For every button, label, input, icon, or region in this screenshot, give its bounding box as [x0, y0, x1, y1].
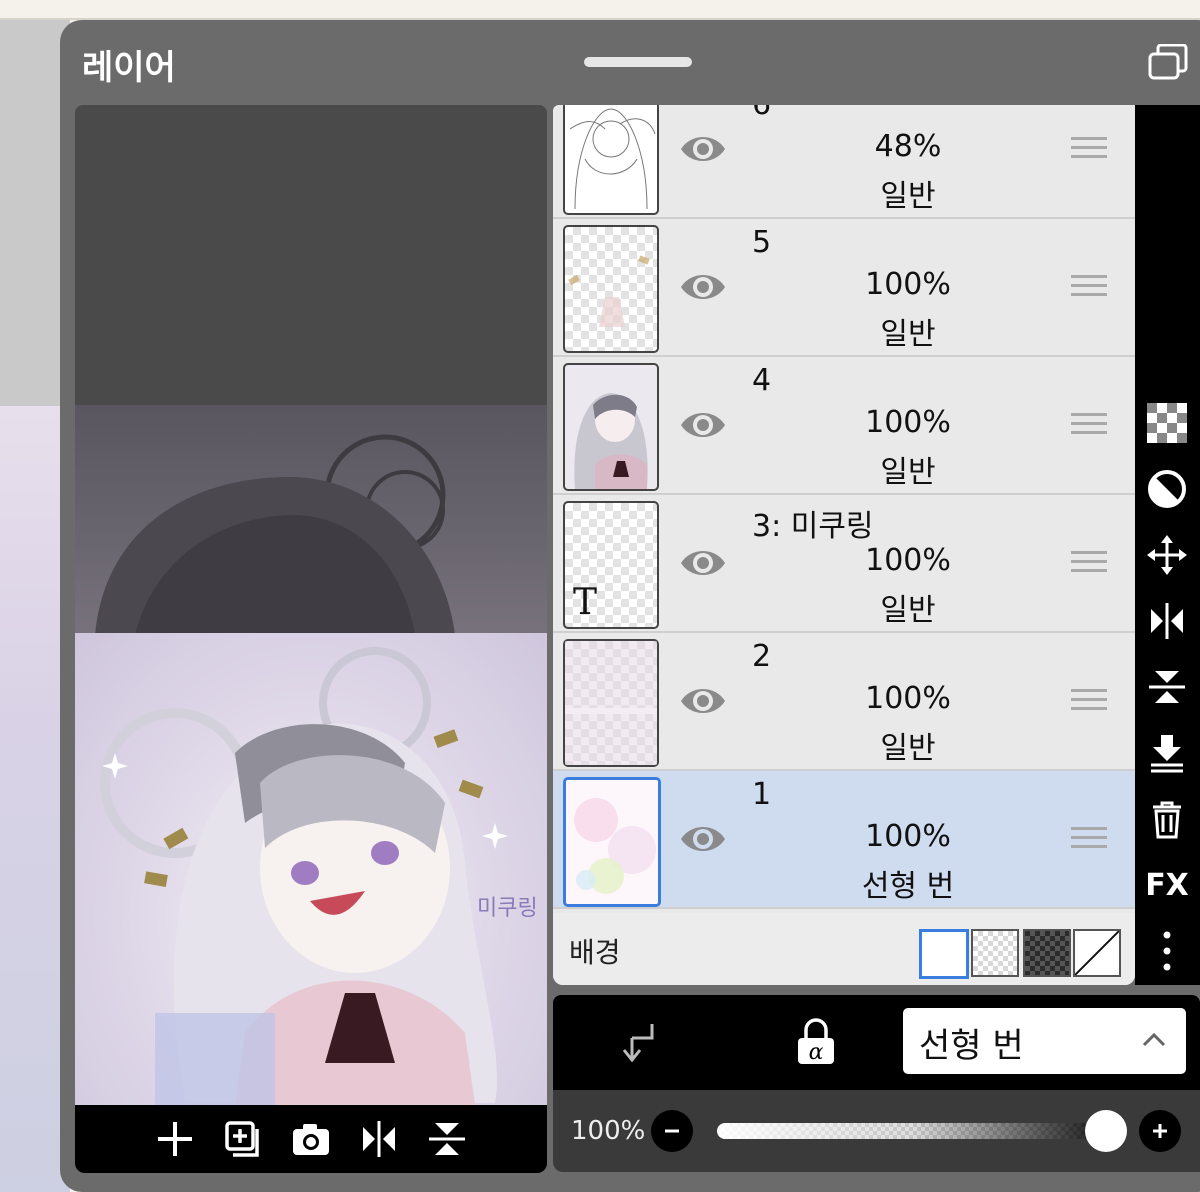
blend-mode-select[interactable]: 선형 번 — [903, 1008, 1186, 1074]
layer-list: 6 48% 일반 5 100% 일반 4 100% 일반 T — [553, 105, 1135, 985]
flip-vertical-icon[interactable] — [424, 1116, 470, 1162]
opacity-decrease-button[interactable] — [651, 1110, 693, 1152]
background-row: 배경 — [553, 913, 1135, 985]
background-light-checker-swatch[interactable] — [971, 929, 1019, 977]
alpha-lock-icon[interactable]: α — [791, 1017, 841, 1067]
add-layer-icon[interactable] — [152, 1116, 198, 1162]
fx-effects-button[interactable]: FX — [1145, 863, 1189, 907]
layer-opacity: 100% — [865, 267, 951, 302]
layer-opacity: 100% — [865, 819, 951, 854]
layer-name: 3: 미쿠링 — [752, 509, 874, 544]
flip-horizontal-icon[interactable] — [1145, 599, 1189, 643]
visibility-eye-icon[interactable] — [679, 129, 727, 169]
layer-blend-mode: 일반 — [880, 317, 936, 352]
layer-thumbnail: T — [563, 501, 659, 629]
reorder-handle-icon[interactable] — [1071, 551, 1107, 577]
reorder-handle-icon[interactable] — [1071, 413, 1107, 439]
background-dark-checker-swatch[interactable] — [1023, 929, 1071, 977]
preview-toolbar — [75, 1105, 547, 1173]
flip-vertical-icon[interactable] — [1145, 665, 1189, 709]
visibility-eye-icon[interactable] — [679, 405, 727, 445]
flip-horizontal-icon[interactable] — [356, 1116, 402, 1162]
panel-title: 레이어 — [82, 48, 176, 88]
layer-name: 6 — [752, 105, 771, 122]
move-icon[interactable] — [1145, 533, 1189, 577]
opacity-increase-button[interactable] — [1139, 1110, 1181, 1152]
clipping-circle-icon[interactable] — [1145, 467, 1189, 511]
fx-label: FX — [1145, 867, 1189, 903]
layer-controls-bar: α 선형 번 — [553, 995, 1200, 1090]
layer-thumbnail — [563, 363, 659, 491]
duplicate-layer-icon[interactable] — [220, 1116, 266, 1162]
layer-row[interactable]: 5 100% 일반 — [553, 219, 1135, 357]
visibility-eye-icon[interactable] — [679, 267, 727, 307]
layer-row-selected[interactable]: 1 100% 선형 번 — [553, 771, 1135, 909]
layer-tool-strip: FX — [1135, 105, 1200, 985]
layer-blend-mode: 일반 — [880, 731, 936, 766]
opacity-slider-track[interactable] — [717, 1123, 1107, 1139]
status-strip — [0, 0, 1200, 20]
opacity-value: 100% — [571, 1116, 646, 1146]
layer-thumbnail — [563, 105, 659, 215]
layer-opacity: 100% — [865, 405, 951, 440]
background-label: 배경 — [569, 936, 621, 969]
layer-opacity: 100% — [865, 681, 951, 716]
layer-name: 4 — [752, 363, 772, 398]
blend-mode-value: 선형 번 — [919, 1026, 1024, 1066]
layer-thumbnail — [563, 225, 659, 353]
layer-row[interactable]: 6 48% 일반 — [553, 105, 1135, 219]
opacity-control: 100% — [553, 1090, 1200, 1172]
transparency-checker-icon[interactable] — [1145, 401, 1189, 445]
layer-preview: 미쿠링 — [75, 105, 547, 1173]
panel-drag-handle[interactable] — [584, 57, 692, 67]
reorder-handle-icon[interactable] — [1071, 137, 1107, 163]
layer-blend-mode: 일반 — [880, 455, 936, 490]
visibility-eye-icon[interactable] — [679, 819, 727, 859]
reorder-handle-icon[interactable] — [1071, 689, 1107, 715]
camera-icon[interactable] — [288, 1116, 334, 1162]
preview-layer-shadow — [75, 405, 547, 635]
layer-thumbnail — [563, 639, 659, 767]
layer-blend-mode: 선형 번 — [861, 869, 955, 904]
clip-to-below-icon[interactable] — [615, 1017, 665, 1067]
window-restore-icon[interactable] — [1148, 43, 1188, 80]
reorder-handle-icon[interactable] — [1071, 827, 1107, 853]
background-white-swatch[interactable] — [919, 929, 969, 979]
visibility-eye-icon[interactable] — [679, 681, 727, 721]
svg-text:α: α — [809, 1040, 824, 1065]
preview-watermark: 미쿠링 — [477, 896, 538, 921]
layer-blend-mode: 일반 — [880, 593, 936, 628]
layer-blend-mode: 일반 — [880, 179, 936, 214]
opacity-slider-thumb[interactable] — [1085, 1110, 1127, 1152]
layer-name: 5 — [752, 225, 772, 260]
layer-name: 2 — [752, 639, 772, 674]
chevron-up-icon — [1142, 1030, 1166, 1050]
layer-name: 1 — [752, 777, 772, 812]
text-layer-icon: T — [573, 582, 598, 623]
delete-trash-icon[interactable] — [1145, 797, 1189, 841]
visibility-eye-icon[interactable] — [679, 543, 727, 583]
layer-opacity: 48% — [874, 129, 942, 164]
merge-down-icon[interactable] — [1145, 731, 1189, 775]
layer-row[interactable]: 2 100% 일반 — [553, 633, 1135, 771]
reorder-handle-icon[interactable] — [1071, 275, 1107, 301]
layer-row[interactable]: T 3: 미쿠링 100% 일반 — [553, 495, 1135, 633]
preview-artwork: 미쿠링 — [75, 633, 547, 1105]
layer-opacity: 100% — [865, 543, 951, 578]
background-none-swatch[interactable] — [1073, 929, 1121, 977]
layer-thumbnail — [563, 777, 661, 907]
more-options-icon[interactable] — [1145, 929, 1189, 973]
layer-row[interactable]: 4 100% 일반 — [553, 357, 1135, 495]
